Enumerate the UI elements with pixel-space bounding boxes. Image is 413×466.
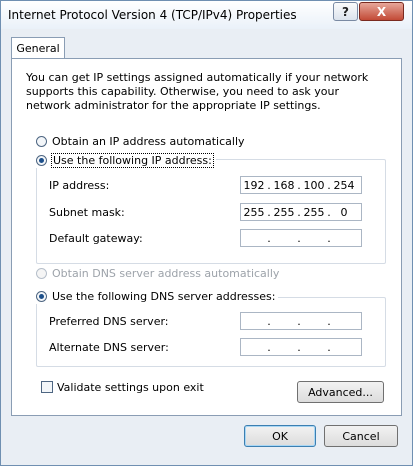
alternate-dns-label: Alternate DNS server:: [49, 340, 169, 354]
validate-settings-checkbox[interactable]: [41, 381, 53, 393]
default-gateway-field[interactable]: . . .: [240, 229, 362, 247]
ip-address-group: IP address: 192. 168. 100. 254 Subnet ma…: [36, 159, 386, 264]
ip-octet-1: 192: [243, 178, 265, 192]
subnet-octet-4: 0: [340, 205, 348, 219]
preferred-dns-row: Preferred DNS server:: [49, 312, 225, 330]
subnet-octet-3: 255: [303, 205, 325, 219]
subnet-mask-row: Subnet mask:: [49, 203, 225, 221]
subnet-octet-2: 255: [273, 205, 295, 219]
validate-settings-checkbox-row[interactable]: Validate settings upon exit: [41, 379, 204, 395]
alternate-dns-row: Alternate DNS server:: [49, 338, 225, 356]
window-title: Internet Protocol Version 4 (TCP/IPv4) P…: [8, 8, 297, 22]
ip-address-label: IP address:: [49, 178, 110, 192]
radio-use-following-ip-circle[interactable]: [36, 154, 47, 166]
subnet-mask-label: Subnet mask:: [49, 205, 125, 219]
radio-obtain-dns-auto-circle[interactable]: [36, 267, 47, 279]
title-bar: Internet Protocol Version 4 (TCP/IPv4) P…: [1, 1, 412, 29]
ip-address-field[interactable]: 192. 168. 100. 254: [240, 176, 362, 194]
general-panel: You can get IP settings assigned automat…: [11, 58, 402, 416]
radio-obtain-ip-auto-circle[interactable]: [36, 135, 47, 147]
cancel-button[interactable]: Cancel: [324, 425, 398, 447]
ip-octet-2: 168: [273, 178, 295, 192]
ip-address-row: IP address:: [49, 176, 225, 194]
dns-server-group: Preferred DNS server: . . . Alternate DN…: [36, 297, 386, 367]
preferred-dns-label: Preferred DNS server:: [49, 314, 169, 328]
radio-use-following-dns-label: Use the following DNS server addresses:: [52, 289, 276, 303]
default-gateway-label: Default gateway:: [49, 231, 143, 245]
radio-obtain-dns-auto-label: Obtain DNS server address automatically: [52, 266, 280, 280]
close-button[interactable]: X: [359, 2, 404, 21]
ip-octet-4: 254: [333, 178, 355, 192]
radio-use-following-ip-label: Use the following IP address:: [51, 152, 214, 168]
advanced-button[interactable]: Advanced...: [297, 381, 384, 403]
validate-settings-label: Validate settings upon exit: [57, 380, 204, 394]
radio-obtain-ip-auto-label: Obtain an IP address automatically: [52, 134, 245, 148]
tab-general[interactable]: General: [11, 37, 65, 59]
radio-obtain-ip-auto[interactable]: Obtain an IP address automatically: [36, 133, 245, 149]
help-button[interactable]: ?: [333, 2, 358, 21]
description-text: You can get IP settings assigned automat…: [26, 71, 369, 112]
alternate-dns-field[interactable]: . . .: [240, 338, 362, 356]
subnet-octet-1: 255: [243, 205, 265, 219]
radio-use-following-dns-circle[interactable]: [36, 290, 47, 302]
radio-use-following-ip[interactable]: Use the following IP address:: [36, 152, 216, 168]
default-gateway-row: Default gateway:: [49, 229, 225, 247]
ok-button[interactable]: OK: [244, 425, 316, 447]
ip-octet-3: 100: [303, 178, 325, 192]
dialog-window: Internet Protocol Version 4 (TCP/IPv4) P…: [0, 0, 413, 466]
preferred-dns-field[interactable]: . . .: [240, 312, 362, 330]
radio-obtain-dns-auto[interactable]: Obtain DNS server address automatically: [36, 265, 279, 281]
radio-use-following-dns[interactable]: Use the following DNS server addresses:: [36, 288, 279, 304]
subnet-mask-field[interactable]: 255. 255. 255. 0: [240, 203, 362, 221]
